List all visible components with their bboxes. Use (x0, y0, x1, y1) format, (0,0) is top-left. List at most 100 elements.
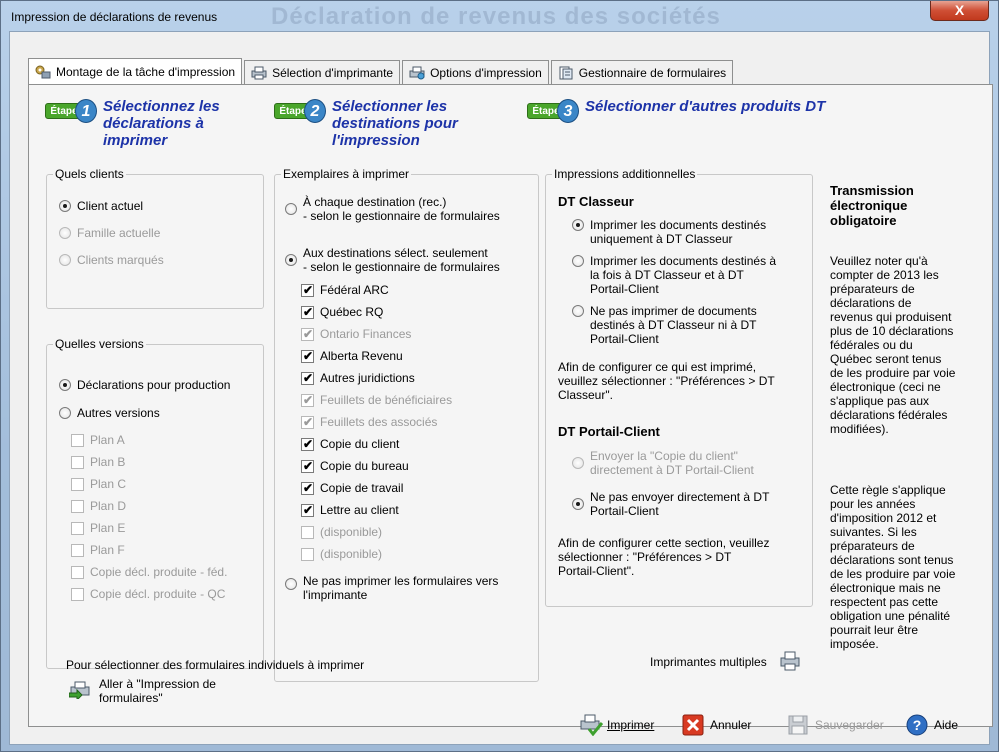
checkbox-disponible-2[interactable]: (disponible) (301, 547, 382, 561)
checkbox-copie-client[interactable]: Copie du client (301, 437, 399, 451)
button-bar: Imprimer Annuler Sauvegarder ? Aide (9, 706, 990, 745)
checkbox[interactable] (301, 416, 314, 429)
checkbox[interactable] (301, 460, 314, 473)
checkbox-feuillets-associes[interactable]: Feuillets des associés (301, 415, 437, 429)
checkbox-copie-fed[interactable]: Copie décl. produite - féd. (71, 565, 227, 579)
group-legend: Quels clients (53, 167, 126, 181)
checkbox[interactable] (71, 478, 84, 491)
radio-classeur-uniquement[interactable]: Imprimer les documents destinés uniquemen… (572, 218, 766, 246)
checkbox-copie-bureau[interactable]: Copie du bureau (301, 459, 409, 473)
radio-portail-envoyer[interactable]: Envoyer la "Copie du client" directement … (572, 449, 754, 477)
checkbox[interactable] (301, 284, 314, 297)
radio-button[interactable] (572, 457, 584, 469)
radio-button[interactable] (59, 200, 71, 212)
group-quelles-versions: Quelles versions Déclarations pour produ… (46, 337, 264, 669)
radio-famille-actuelle[interactable]: Famille actuelle (59, 226, 160, 240)
side-panel-paragraph-1: Veuillez noter qu'à compter de 2013 les … (830, 254, 956, 436)
checkbox[interactable] (301, 394, 314, 407)
checkbox[interactable] (301, 548, 314, 561)
checkbox[interactable] (71, 544, 84, 557)
window-title: Impression de déclarations de revenus (11, 10, 218, 24)
radio-autres-versions[interactable]: Autres versions (59, 406, 160, 420)
tab-selection-imprimante[interactable]: Sélection d'imprimante (244, 60, 401, 84)
printer-options-icon (409, 66, 425, 80)
tab-strip: Montage de la tâche d'impression Sélecti… (28, 58, 735, 84)
radio-chaque-destination[interactable]: À chaque destination (rec.) - selon le ge… (285, 195, 500, 223)
checkbox[interactable] (301, 438, 314, 451)
checkbox-copie-qc[interactable]: Copie décl. produite - QC (71, 587, 225, 601)
group-legend: Quelles versions (53, 337, 146, 351)
checkbox[interactable] (71, 588, 84, 601)
checkbox[interactable] (301, 328, 314, 341)
checkbox-federal-arc[interactable]: Fédéral ARC (301, 283, 389, 297)
dialog-window: Déclaration de revenus des sociétés Impr… (0, 0, 999, 752)
checkbox-plan-a[interactable]: Plan A (71, 433, 125, 447)
checkbox-plan-e[interactable]: Plan E (71, 521, 125, 535)
checkbox-ontario-finances[interactable]: Ontario Finances (301, 327, 411, 341)
radio-classeur-et-portail[interactable]: Imprimer les documents destinés à la fois… (572, 254, 776, 296)
checkbox-lettre-client[interactable]: Lettre au client (301, 503, 399, 517)
checkbox-copie-travail[interactable]: Copie de travail (301, 481, 403, 495)
checkbox-plan-f[interactable]: Plan F (71, 543, 125, 557)
checkbox[interactable] (301, 372, 314, 385)
radio-client-actuel[interactable]: Client actuel (59, 199, 143, 213)
tab-gestionnaire-formulaires[interactable]: Gestionnaire de formulaires (550, 60, 734, 84)
radio-button[interactable] (59, 254, 71, 266)
radio-clients-marques[interactable]: Clients marqués (59, 253, 164, 267)
radio-declarations-production[interactable]: Déclarations pour production (59, 378, 230, 392)
radio-button[interactable] (59, 379, 71, 391)
checkbox-feuillets-beneficiaires[interactable]: Feuillets de bénéficiaires (301, 393, 452, 407)
checkbox[interactable] (301, 504, 314, 517)
close-button[interactable]: X (930, 1, 989, 21)
radio-classeur-aucun[interactable]: Ne pas imprimer de documents destinés à D… (572, 304, 757, 346)
cancel-button[interactable]: Annuler (682, 714, 751, 736)
multiple-printers-button[interactable]: Imprimantes multiples (650, 651, 801, 671)
radio-button[interactable] (572, 498, 584, 510)
step-3-title: Sélectionner d'autres produits DT (585, 98, 826, 115)
radio-button[interactable] (572, 305, 584, 317)
dialog-body: Montage de la tâche d'impression Sélecti… (9, 31, 993, 745)
title-bar[interactable]: Déclaration de revenus des sociétés Impr… (1, 1, 998, 31)
tab-panel-montage: Étape 1 Sélectionnez les déclarations à … (28, 84, 993, 727)
checkbox[interactable] (71, 456, 84, 469)
help-button[interactable]: ? Aide (906, 714, 958, 736)
checkbox[interactable] (71, 500, 84, 513)
radio-button[interactable] (285, 578, 297, 590)
radio-destinations-select[interactable]: Aux destinations sélect. seulement - selo… (285, 246, 500, 274)
tab-label: Options d'impression (430, 65, 542, 80)
checkbox[interactable] (71, 522, 84, 535)
radio-portail-ne-pas-envoyer[interactable]: Ne pas envoyer directement à DT Portail-C… (572, 490, 769, 518)
radio-button[interactable] (285, 254, 297, 266)
checkbox[interactable] (301, 482, 314, 495)
printer-icon (251, 66, 267, 80)
radio-button[interactable] (59, 227, 71, 239)
step-badge: Étape 3 (527, 99, 581, 123)
checkbox[interactable] (301, 526, 314, 539)
checkbox[interactable] (71, 434, 84, 447)
radio-button[interactable] (59, 407, 71, 419)
checkbox-alberta-revenu[interactable]: Alberta Revenu (301, 349, 403, 363)
step-2-header: Étape 2 Sélectionner les destinations po… (274, 98, 524, 149)
checkbox-plan-d[interactable]: Plan D (71, 499, 126, 513)
checkbox-plan-b[interactable]: Plan B (71, 455, 125, 469)
save-button[interactable]: Sauvegarder (787, 714, 884, 736)
radio-button[interactable] (285, 203, 297, 215)
group-exemplaires: Exemplaires à imprimer À chaque destinat… (274, 167, 539, 682)
radio-button[interactable] (572, 255, 584, 267)
tab-options-impression[interactable]: Options d'impression (402, 60, 549, 84)
checkbox[interactable] (71, 566, 84, 579)
checkbox-plan-c[interactable]: Plan C (71, 477, 126, 491)
help-icon: ? (906, 714, 928, 736)
checkbox-quebec-rq[interactable]: Québec RQ (301, 305, 383, 319)
checkbox[interactable] (301, 306, 314, 319)
print-button[interactable]: Imprimer (579, 714, 654, 737)
gear-printer-icon (35, 65, 51, 79)
checkbox-autres-juridictions[interactable]: Autres juridictions (301, 371, 415, 385)
radio-button[interactable] (572, 219, 584, 231)
step-1-title: Sélectionnez les déclarations à imprimer (103, 98, 220, 149)
tab-montage[interactable]: Montage de la tâche d'impression (28, 58, 243, 84)
checkbox-disponible-1[interactable]: (disponible) (301, 525, 382, 539)
checkbox[interactable] (301, 350, 314, 363)
goto-impression-formulaires-link[interactable]: Aller à "Impression de formulaires" (68, 677, 216, 705)
radio-ne-pas-imprimer[interactable]: Ne pas imprimer les formulaires vers l'im… (285, 574, 498, 602)
